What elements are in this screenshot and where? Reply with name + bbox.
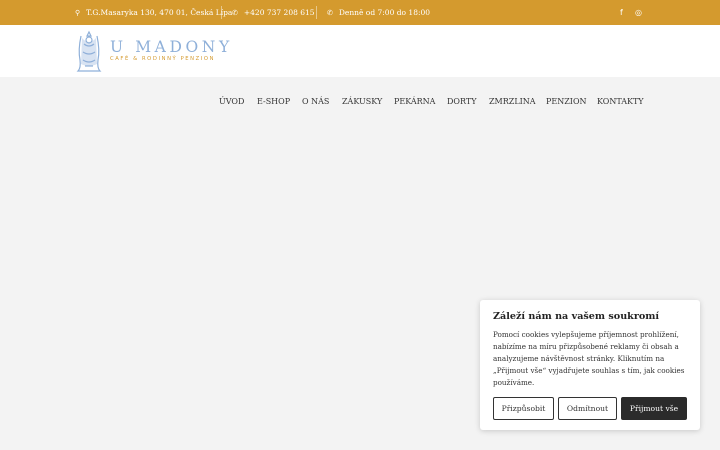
madonna-logo-icon[interactable] [75,30,103,72]
nav-item-zakusky[interactable]: ZÁKUSKY [342,97,382,106]
logo-subtitle: CAFÉ & RODINNÝ PENZION [110,56,216,62]
hours-text: Denně od 7:00 do 18:00 [338,8,431,17]
instagram-link[interactable]: ◎ [635,0,642,25]
customize-button[interactable]: Přizpůsobit [493,397,554,420]
instagram-icon[interactable]: ◎ [635,8,642,17]
phone-icon: ✆ [327,8,333,17]
phone-text[interactable]: +420 737 208 615 [244,8,315,17]
facebook-icon[interactable]: f [620,8,623,17]
nav-item-pekarna[interactable]: PEKÁRNA [394,97,435,106]
address-text: T.G.Masaryka 130, 470 01, Česká Lípa [86,8,233,17]
nav-item-o-nas[interactable]: O NÁS [302,97,329,106]
address-info: ⚲ T.G.Masaryka 130, 470 01, Česká Lípa [75,0,232,25]
divider [316,6,317,19]
nav-item-kontakty[interactable]: KONTAKTY [597,97,644,106]
divider [221,6,222,19]
nav-item-uvod[interactable]: ÚVOD [219,97,244,106]
nav-item-penzion[interactable]: PENZION [546,97,587,106]
reject-button[interactable]: Odmítnout [558,397,617,420]
site-header: U MADONY CAFÉ & RODINNÝ PENZION [0,25,720,77]
hours-info: ✆ Denně od 7:00 do 18:00 [327,0,430,25]
cookie-consent-banner: Záleží nám na vašem soukromí Pomocí cook… [480,300,700,430]
nav-item-dorty[interactable]: DORTY [447,97,476,106]
nav-item-eshop[interactable]: E-SHOP [257,97,290,106]
facebook-link[interactable]: f [620,0,623,25]
accept-all-button[interactable]: Přijmout vše [621,397,687,420]
cookie-title: Záleží nám na vašem soukromí [493,311,660,322]
map-pin-icon: ⚲ [75,8,81,17]
nav-item-zmrzlina[interactable]: ZMRZLINA [489,97,536,106]
logo-title[interactable]: U MADONY [110,38,233,56]
top-info-bar: ⚲ T.G.Masaryka 130, 470 01, Česká Lípa ✆… [0,0,720,25]
cookie-text: Pomocí cookies vylepšujeme příjemnost pr… [493,330,685,387]
phone-icon: ✆ [232,8,238,17]
phone-info[interactable]: ✆ +420 737 208 615 [232,0,315,25]
